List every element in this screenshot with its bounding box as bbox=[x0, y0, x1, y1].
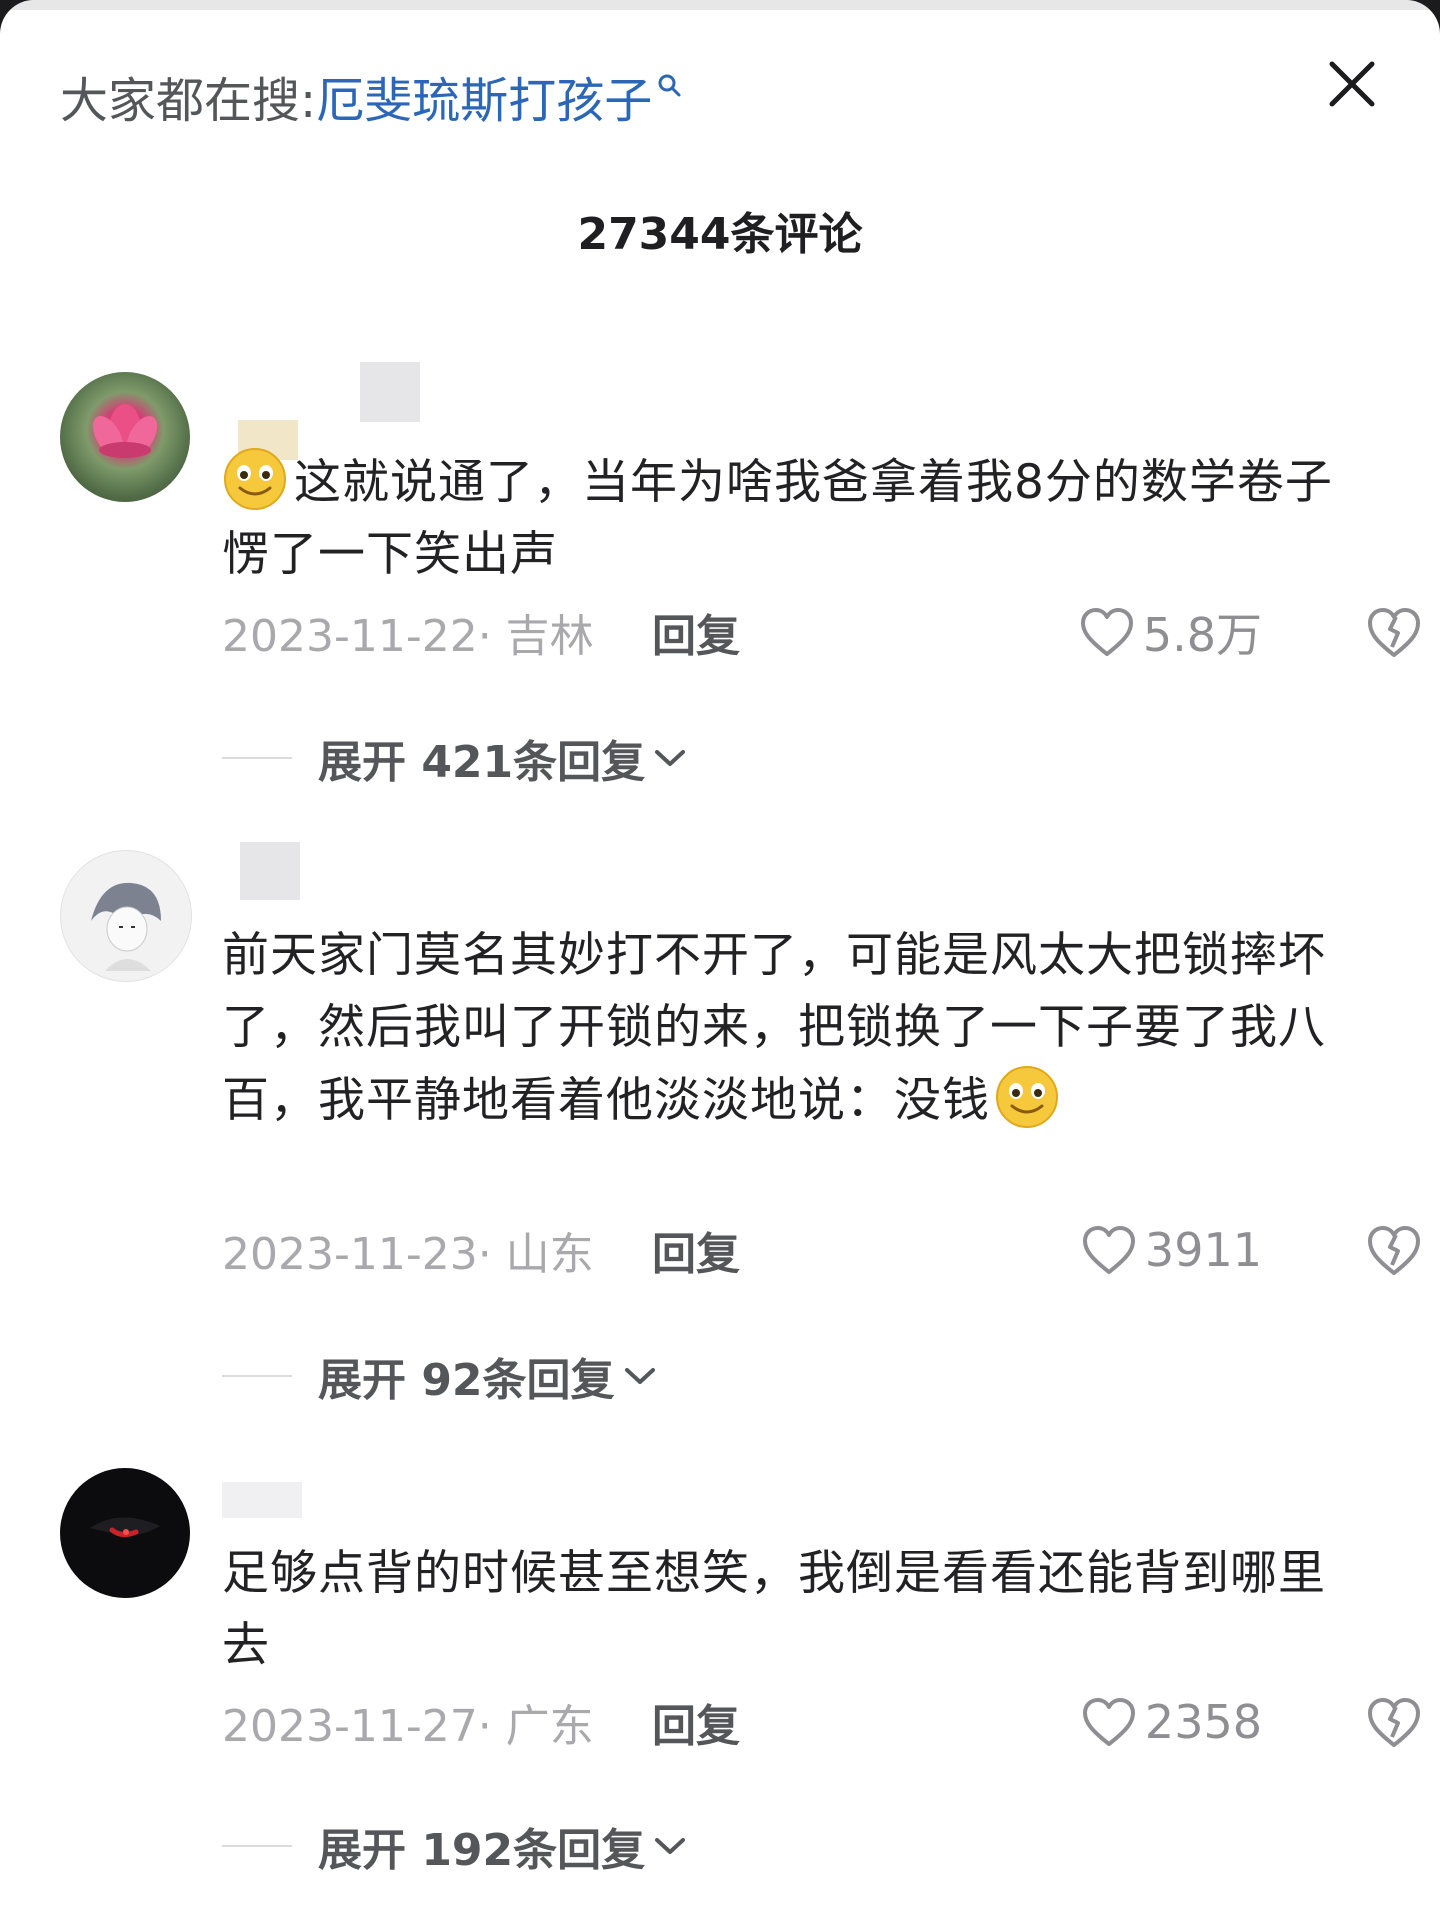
chevron-down-icon bbox=[655, 750, 686, 766]
reply-button[interactable]: 回复 bbox=[652, 1690, 740, 1754]
expand-replies-label: 展开 192条回复 bbox=[318, 1825, 646, 1876]
heart-icon bbox=[1082, 1698, 1135, 1746]
close-icon[interactable] bbox=[1324, 56, 1380, 112]
dislike-icon[interactable] bbox=[1366, 605, 1422, 659]
like-button[interactable]: 3911 bbox=[1081, 1223, 1262, 1277]
divider bbox=[222, 1845, 292, 1847]
avatar[interactable] bbox=[60, 850, 192, 982]
search-icon bbox=[658, 74, 681, 97]
comment-meta: 2023-11-27· 广东 回复 2358 bbox=[222, 1690, 1420, 1754]
search-prefix: 大家都在搜: bbox=[60, 73, 317, 129]
divider bbox=[222, 1375, 292, 1377]
comment-date-location: 2023-11-23· 山东 bbox=[222, 1229, 594, 1280]
divider bbox=[222, 757, 292, 759]
comment-date-location: 2023-11-22· 吉林 bbox=[222, 611, 594, 662]
avatar[interactable] bbox=[60, 1468, 190, 1598]
comment-text: 前天家门莫名其妙打不开了，可能是风太大把锁摔坏了，然后我叫了开锁的来，把锁换了一… bbox=[222, 920, 1342, 1137]
search-suggestion[interactable]: 大家都在搜: 厄斐琉斯打孩子 bbox=[60, 56, 682, 136]
smile-emoji bbox=[224, 448, 286, 510]
heart-icon bbox=[1082, 1226, 1135, 1274]
username-redacted bbox=[360, 362, 420, 422]
reply-button[interactable]: 回复 bbox=[652, 1218, 740, 1282]
comment-meta: 2023-11-22· 吉林 回复 5.8万 bbox=[222, 599, 1420, 665]
comment-count-title: 27344条评论 bbox=[577, 209, 863, 260]
like-count: 3911 bbox=[1144, 1223, 1262, 1277]
like-count: 2358 bbox=[1144, 1695, 1262, 1749]
search-term-link[interactable]: 厄斐琉斯打孩子 bbox=[316, 61, 652, 131]
comment-text: 这就说通了，当年为啥我爸拿着我8分的数学卷子愣了一下笑出声 bbox=[222, 446, 1342, 591]
expand-replies-label: 展开 421条回复 bbox=[318, 737, 646, 788]
chevron-down-icon bbox=[624, 1368, 655, 1384]
like-button[interactable]: 5.8万 bbox=[1079, 599, 1262, 665]
expand-replies-button[interactable]: 展开 192条回复 bbox=[222, 1816, 687, 1876]
comment-text: 足够点背的时候甚至想笑，我倒是看看还能背到哪里去 bbox=[222, 1538, 1342, 1682]
heart-icon bbox=[1080, 608, 1133, 656]
avatar[interactable] bbox=[60, 372, 190, 502]
comment-meta: 2023-11-23· 山东 回复 3911 bbox=[222, 1218, 1420, 1282]
comments-sheet: 大家都在搜: 厄斐琉斯打孩子 27344条评论 这就说通了，当年为啥我爸拿着我8… bbox=[0, 0, 1440, 1920]
comment-body: 足够点背的时候甚至想笑，我倒是看看还能背到哪里去 bbox=[222, 1546, 1326, 1673]
expand-replies-label: 展开 92条回复 bbox=[318, 1355, 615, 1406]
username-redacted bbox=[240, 842, 300, 900]
expand-replies-button[interactable]: 展开 421条回复 bbox=[222, 728, 687, 788]
like-button[interactable]: 2358 bbox=[1081, 1695, 1262, 1749]
background-peek bbox=[0, 0, 1440, 10]
smile-emoji bbox=[996, 1066, 1058, 1128]
comment-body: 这就说通了，当年为啥我爸拿着我8分的数学卷子愣了一下笑出声 bbox=[222, 455, 1333, 582]
expand-replies-button[interactable]: 展开 92条回复 bbox=[222, 1346, 657, 1406]
username-redacted bbox=[222, 1482, 302, 1518]
comment-body: 前天家门莫名其妙打不开了，可能是风太大把锁摔坏了，然后我叫了开锁的来，把锁换了一… bbox=[222, 928, 1326, 1128]
dislike-icon[interactable] bbox=[1366, 1695, 1422, 1749]
like-count: 5.8万 bbox=[1142, 608, 1262, 662]
chevron-down-icon bbox=[655, 1838, 686, 1854]
reply-button[interactable]: 回复 bbox=[652, 600, 740, 664]
comment-date-location: 2023-11-27· 广东 bbox=[222, 1701, 594, 1752]
dislike-icon[interactable] bbox=[1366, 1223, 1422, 1277]
